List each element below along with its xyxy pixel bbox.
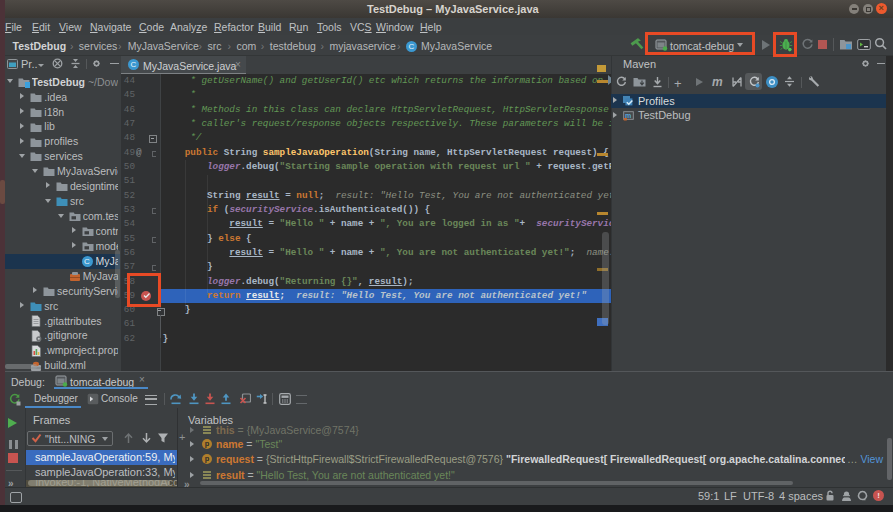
svg-text:m: m bbox=[625, 112, 631, 119]
